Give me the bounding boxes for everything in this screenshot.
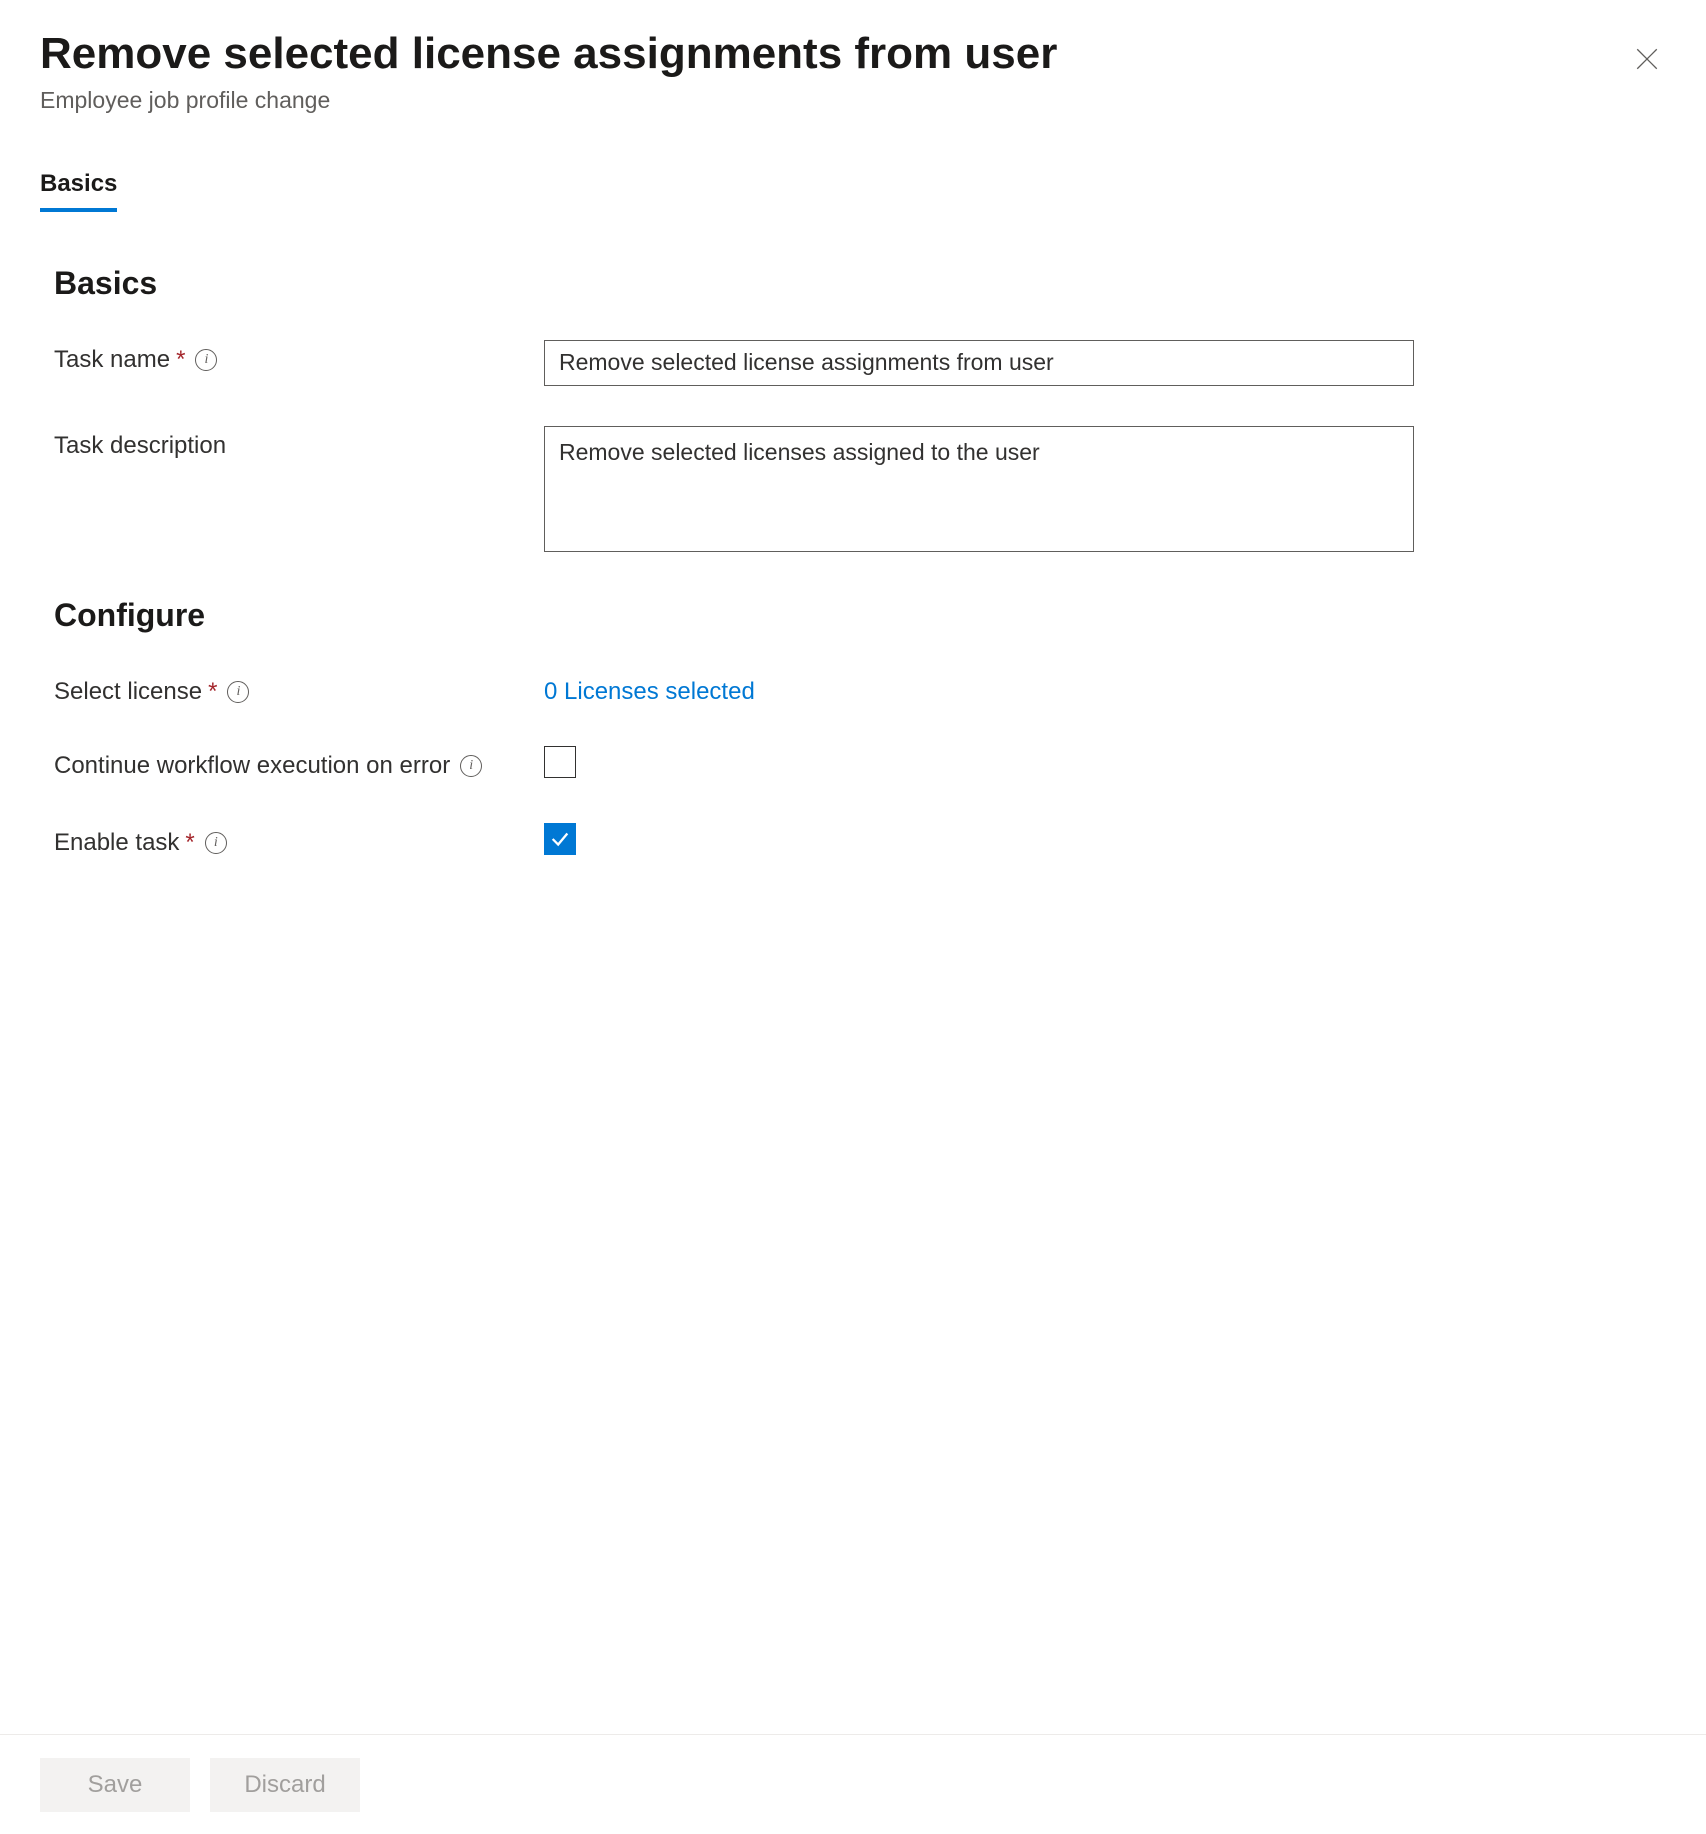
- info-icon[interactable]: i: [195, 349, 217, 371]
- continue-on-error-label: Continue workflow execution on error: [54, 752, 450, 780]
- save-button[interactable]: Save: [40, 1758, 190, 1812]
- select-license-link[interactable]: 0 Licenses selected: [544, 678, 755, 705]
- required-star: *: [208, 678, 217, 706]
- continue-on-error-checkbox[interactable]: [544, 746, 576, 778]
- task-name-label: Task name: [54, 346, 170, 374]
- enable-task-checkbox[interactable]: [544, 823, 576, 855]
- close-icon: [1634, 46, 1660, 72]
- info-icon[interactable]: i: [227, 681, 249, 703]
- close-button[interactable]: [1624, 36, 1670, 85]
- section-basics-title: Basics: [54, 265, 1666, 302]
- info-icon[interactable]: i: [460, 755, 482, 777]
- task-description-input[interactable]: Remove selected licenses assigned to the…: [544, 426, 1414, 552]
- task-description-label: Task description: [54, 432, 226, 460]
- enable-task-label: Enable task: [54, 829, 179, 857]
- required-star: *: [185, 829, 194, 857]
- discard-button[interactable]: Discard: [210, 1758, 360, 1812]
- select-license-label: Select license: [54, 678, 202, 706]
- panel-title: Remove selected license assignments from…: [40, 28, 1057, 81]
- tab-basics[interactable]: Basics: [40, 170, 117, 212]
- section-configure-title: Configure: [54, 597, 1666, 634]
- checkmark-icon: [549, 828, 571, 850]
- required-star: *: [176, 346, 185, 374]
- panel-subtitle: Employee job profile change: [40, 87, 1057, 114]
- info-icon[interactable]: i: [205, 832, 227, 854]
- task-name-input[interactable]: [544, 340, 1414, 386]
